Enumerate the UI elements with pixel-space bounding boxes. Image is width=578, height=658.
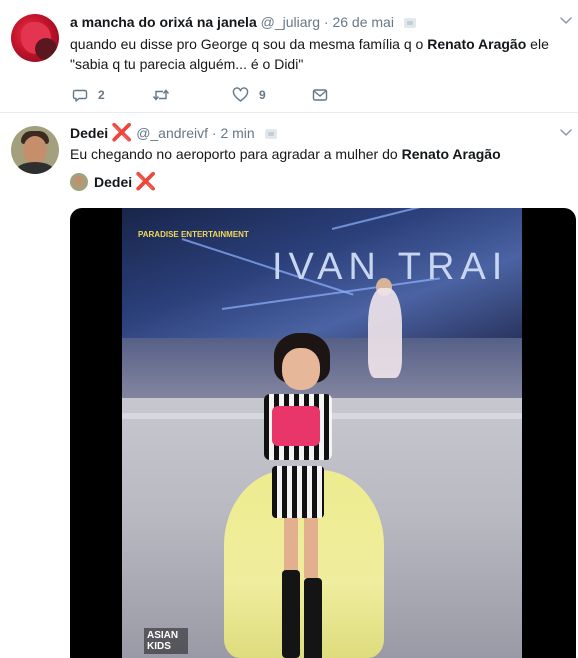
- avatar-shadow: [35, 38, 57, 60]
- leg: [284, 518, 298, 578]
- reply-count: 2: [98, 88, 105, 102]
- tweet-text: quando eu disse pro George q sou da mesm…: [70, 34, 560, 74]
- black-boot: [282, 570, 300, 658]
- display-name[interactable]: a mancha do orixá na janela: [70, 14, 257, 30]
- cross-mark-emoji: ❌: [135, 172, 157, 191]
- quoted-author[interactable]: Dedei ❌: [70, 172, 156, 192]
- black-boot: [304, 578, 322, 658]
- leg: [304, 518, 318, 578]
- tweet-1[interactable]: a mancha do orixá na janela @_juliarg · …: [0, 0, 578, 113]
- chevron-down-icon[interactable]: [560, 126, 572, 138]
- tweet-text-mention: Renato Aragão: [427, 36, 527, 52]
- tweet-text-part: quando eu disse pro George q sou da mesm…: [70, 36, 428, 52]
- retweet-icon: [152, 87, 170, 103]
- retweet-button[interactable]: [152, 87, 232, 103]
- avatar-face: [23, 136, 47, 164]
- tweet-header: Dedei ❌ @_andreivf · 2 min: [70, 124, 277, 142]
- striped-shorts: [272, 466, 324, 518]
- heart-icon: [232, 87, 249, 103]
- like-button[interactable]: 9: [232, 87, 312, 103]
- avatar[interactable]: [11, 14, 59, 62]
- separator-dot: ·: [211, 125, 217, 141]
- pin-badge-icon: [264, 129, 277, 139]
- quoted-display-name: Dedei: [94, 174, 133, 190]
- event-logo: PARADISE ENTERTAINMENT: [138, 230, 249, 239]
- child-face: [282, 348, 320, 390]
- video-media[interactable]: PARADISE ENTERTAINMENT IVAN TRAI ASIAN K…: [70, 208, 576, 658]
- direct-message-button[interactable]: [312, 88, 328, 102]
- video-frame: PARADISE ENTERTAINMENT IVAN TRAI ASIAN K…: [122, 208, 522, 658]
- display-name[interactable]: Dedei: [70, 125, 108, 141]
- background-model: [368, 288, 402, 378]
- tweet-header: a mancha do orixá na janela @_juliarg · …: [70, 13, 416, 31]
- chevron-down-icon[interactable]: [560, 14, 572, 26]
- avatar: [70, 173, 88, 191]
- envelope-icon: [312, 88, 328, 102]
- reply-button[interactable]: 2: [72, 87, 152, 103]
- like-count: 9: [259, 88, 266, 102]
- avatar[interactable]: [11, 126, 59, 174]
- tweet-actions: 2 9: [72, 86, 328, 104]
- tweet-text-mention: Renato Aragão: [401, 146, 501, 162]
- avatar-shirt: [15, 162, 55, 174]
- pin-badge-icon: [403, 18, 416, 28]
- reply-icon: [72, 87, 88, 103]
- user-handle[interactable]: @_juliarg: [261, 14, 320, 30]
- video-watermark: ASIAN KIDS: [144, 628, 188, 654]
- timestamp[interactable]: 2 min: [220, 125, 254, 141]
- timestamp[interactable]: 26 de mai: [332, 14, 393, 30]
- cross-mark-emoji: ❌: [111, 123, 133, 142]
- separator-dot: ·: [323, 14, 329, 30]
- user-handle[interactable]: @_andreivf: [136, 125, 208, 141]
- tweet-text-part: Eu chegando no aeroporto para agradar a …: [70, 146, 402, 162]
- tweet-text: Eu chegando no aeroporto para agradar a …: [70, 144, 560, 164]
- top-print: [272, 406, 320, 446]
